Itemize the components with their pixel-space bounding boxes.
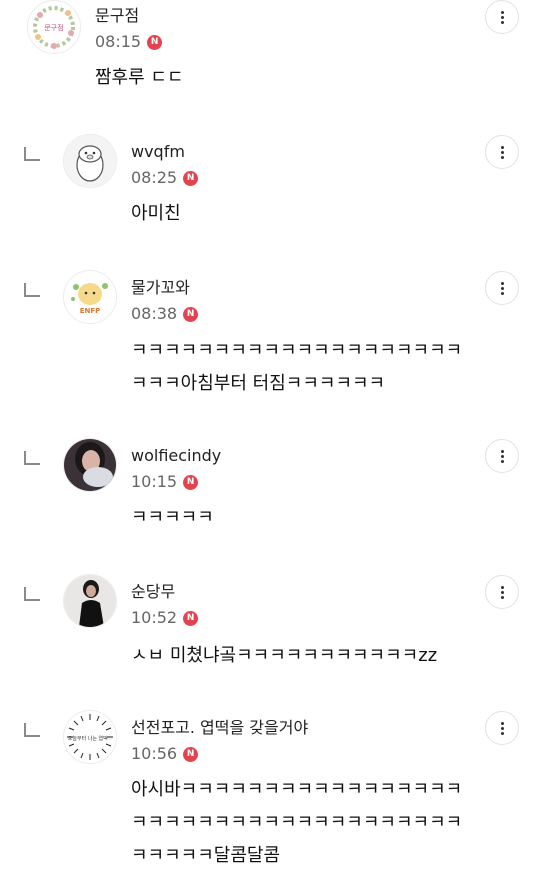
timestamp-row: 10:56 N (131, 744, 199, 764)
avatar-label: ENFP (80, 307, 101, 315)
comment-time: 08:38 (131, 304, 178, 323)
new-badge: N (147, 34, 163, 50)
more-options-button[interactable] (485, 439, 519, 473)
more-options-button[interactable] (485, 0, 519, 34)
comment-time: 10:15 (131, 472, 178, 491)
comment-time: 10:52 (131, 608, 178, 627)
new-badge: N (183, 306, 199, 322)
more-vertical-icon (500, 449, 504, 463)
avatar[interactable]: ENFP (63, 270, 117, 324)
reply-arrow-icon (24, 147, 40, 161)
reply-arrow-icon (24, 283, 40, 297)
timestamp-row: 08:38 N (131, 304, 199, 324)
comment-author[interactable]: wvqfm (131, 142, 185, 162)
comment-author[interactable]: 선전포고. 엽떡을 갖을거야 (131, 718, 308, 738)
timestamp-row: 10:52 N (131, 608, 199, 628)
avatar[interactable]: 문구점 (27, 0, 81, 54)
reply-arrow-icon (24, 723, 40, 737)
new-badge: N (183, 610, 199, 626)
timestamp-row: 08:25 N (131, 168, 199, 188)
comment-time: 10:56 (131, 744, 178, 763)
comment-text: ㅋㅋㅋㅋㅋ (131, 507, 214, 528)
more-vertical-icon (500, 145, 504, 159)
avatar-label: 문구점 (44, 24, 63, 32)
new-badge: N (183, 474, 199, 490)
comment-text: ㅋㅋㅋㅋㅋㅋㅋㅋㅋㅋㅋㅋㅋㅋㅋㅋㅋㅋㅋㅋㅋㅋㅋ아침부터 터짐ㅋㅋㅋㅋㅋㅋ (131, 340, 463, 394)
avatar[interactable] (63, 574, 117, 628)
more-vertical-icon (500, 585, 504, 599)
comment-text: 아미친 (131, 203, 181, 224)
new-badge: N (183, 746, 199, 762)
more-vertical-icon (500, 10, 504, 24)
avatar-label: 오늘부터 나는 엽떡♡ (68, 735, 112, 742)
comment-text: 아시바ㅋㅋㅋㅋㅋㅋㅋㅋㅋㅋㅋㅋㅋㅋㅋㅋㅋㅋㅋㅋㅋㅋㅋㅋㅋㅋㅋㅋㅋㅋㅋㅋㅋㅋㅋㅋㅋ… (131, 779, 463, 866)
comment-author[interactable]: 순당무 (131, 582, 175, 602)
more-vertical-icon (500, 281, 504, 295)
comment-text: ㅅㅂ 미쳤냐곸ㅋㅋㅋㅋㅋㅋㅋㅋㅋㅋㅋzz (131, 645, 438, 666)
comment-author[interactable]: 물가꼬와 (131, 278, 190, 298)
comment-time: 08:15 (95, 32, 142, 51)
more-options-button[interactable] (485, 711, 519, 745)
more-options-button[interactable] (485, 575, 519, 609)
comment-time: 08:25 (131, 168, 178, 187)
reply-arrow-icon (24, 587, 40, 601)
more-options-button[interactable] (485, 271, 519, 305)
avatar[interactable]: 오늘부터 나는 엽떡♡ (63, 710, 117, 764)
more-options-button[interactable] (485, 135, 519, 169)
reply-arrow-icon (24, 451, 40, 465)
timestamp-row: 10:15 N (131, 472, 199, 492)
more-vertical-icon (500, 721, 504, 735)
new-badge: N (183, 170, 199, 186)
avatar[interactable] (63, 134, 117, 188)
comment-author[interactable]: wolfiecindy (131, 446, 221, 466)
avatar[interactable] (63, 438, 117, 492)
comment-author[interactable]: 문구점 (95, 6, 139, 26)
comment-text: 짬후루 ㄷㄷ (95, 67, 184, 88)
timestamp-row: 08:15 N (95, 32, 163, 52)
